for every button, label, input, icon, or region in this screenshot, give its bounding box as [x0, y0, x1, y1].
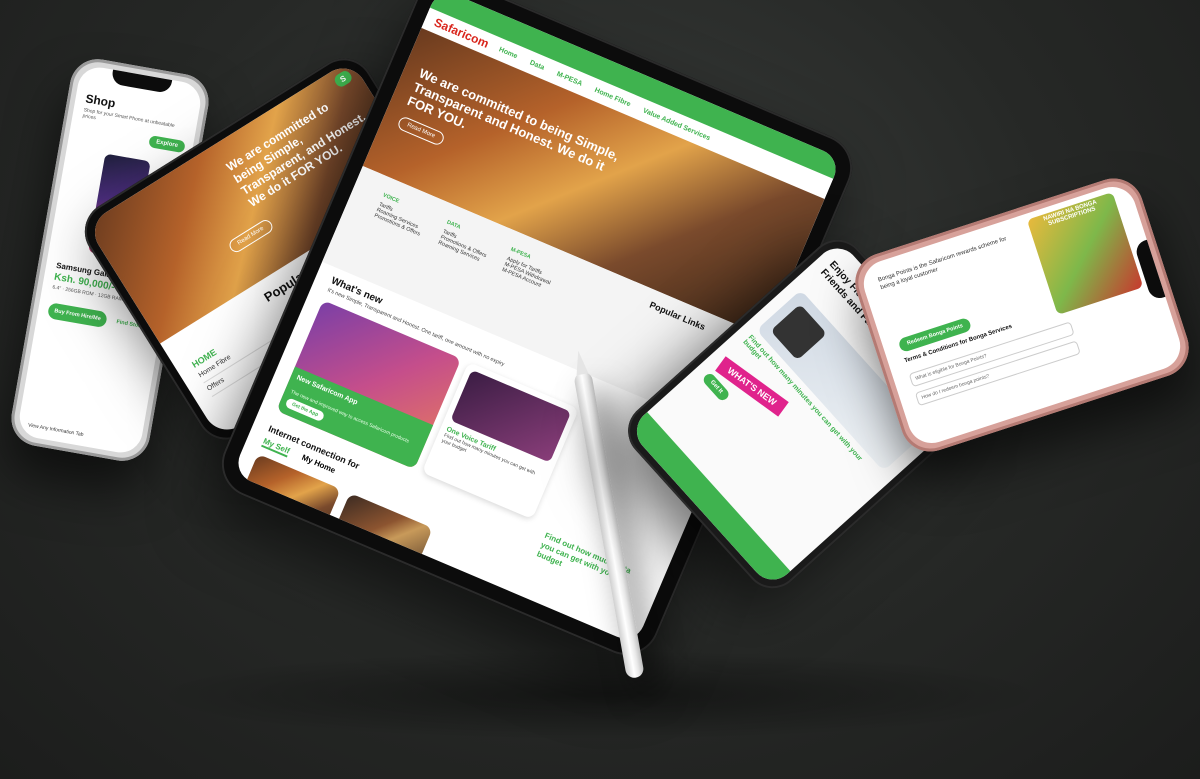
links-column-data: DATA Tariffs Promotions & Offers Roaming…	[437, 220, 493, 265]
read-more-button[interactable]: Read More	[226, 217, 275, 255]
buy-button[interactable]: Buy From Hire/Me	[46, 302, 108, 329]
menu-item-mpesa[interactable]: M-PESA	[556, 70, 584, 87]
explore-button[interactable]: Explore	[148, 135, 186, 154]
floor-shadow	[150, 650, 1050, 740]
phone-image	[770, 303, 827, 361]
rose-phone-screen: NAWIRI NA BONGA SUBSCRIPTIONS Bonga Poin…	[857, 180, 1187, 450]
bonga-intro: Bonga Points is the Safaricom rewards sc…	[877, 236, 1008, 292]
menu-item-data[interactable]: Data	[529, 59, 546, 71]
menu-item-home[interactable]: Home	[498, 46, 519, 60]
rose-phone-device: NAWIRI NA BONGA SUBSCRIPTIONS Bonga Poin…	[847, 170, 1197, 460]
links-column-mpesa: M-PESA Apply for Tariffs M-PESA Withdraw…	[501, 247, 558, 292]
shop-footer: View Any Information Tab	[27, 422, 84, 439]
links-column-voice: VOICE Tariffs Roaming Services Promotion…	[373, 192, 429, 237]
